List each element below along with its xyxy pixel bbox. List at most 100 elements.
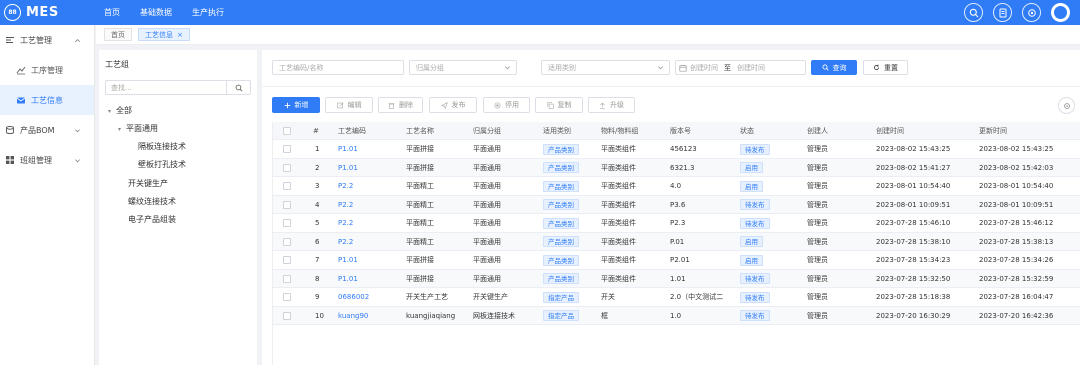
nav-production[interactable]: 生产执行 [192,7,224,18]
cell-code[interactable]: P2.2 [338,177,353,195]
table-row[interactable]: 5 P2.2 平面精工 平面通用 产品类别 平面类组件 P2.3 待发布 管理员 2023-07-… [273,214,1080,233]
sidebar-item-process-info[interactable]: 工艺信息 [0,85,94,115]
column-settings-button[interactable] [1058,97,1075,114]
nav-home[interactable]: 首页 [104,7,120,18]
row-checkbox[interactable] [283,163,291,172]
sidebar-group-team[interactable]: 班组管理 [0,145,94,175]
table-row[interactable]: 10 kuang90 kuangjiaqiang 网板连接技术 指定产品 框 1.0 待发布 管… [273,306,1080,325]
caret-down-icon[interactable]: ▾ [118,126,126,133]
tab-process-info[interactable]: 工艺信息 × [138,28,190,41]
cell-group: 平面通用 [473,145,501,153]
process-icon [4,35,15,46]
row-checkbox[interactable] [283,311,291,320]
tree-node-planar[interactable]: ▾ 平面通用 [118,123,158,134]
row-checkbox[interactable] [283,145,291,153]
row-checkbox[interactable] [283,200,291,209]
col-header[interactable]: 工艺编码 [338,122,366,140]
cell-code[interactable]: P1.01 [338,159,358,177]
cell-name: 平面拼接 [406,145,434,153]
tree-node[interactable]: 螺纹连接技术 [128,196,176,207]
row-checkbox[interactable] [283,293,291,301]
tree-node[interactable]: 隔板连接技术 [138,141,186,152]
row-checkbox[interactable] [283,274,291,283]
cell-name: 平面拼接 [406,163,434,172]
sidebar-group-bom[interactable]: 产品BOM [0,115,94,145]
cell-no: 7 [315,256,320,264]
copy-button[interactable]: 复制 [535,97,583,113]
cell-creator: 管理员 [807,145,828,153]
col-header[interactable]: 创建时间 [876,122,904,140]
sidebar-group-process[interactable]: 工艺管理 [0,25,94,55]
group-select[interactable]: 归属分组 [409,60,517,75]
tree-node[interactable]: 电子产品组装 [128,214,176,225]
tree-search[interactable]: 查找... [105,80,251,95]
cell-updated: 2023-07-28 15:38:13 [979,237,1054,246]
app-logo[interactable]: 88 MES [4,4,59,21]
edit-button[interactable]: 编辑 [325,97,373,113]
cell-code[interactable]: P2.2 [338,214,353,232]
query-button[interactable]: 查询 [811,60,857,75]
table-row[interactable]: 1 P1.01 平面拼接 平面通用 产品类别 平面类组件 456123 待发布 管理员 2023-… [273,140,1080,159]
table-row[interactable]: 8 P1.01 平面拼接 平面通用 产品类别 平面类组件 1.01 待发布 管理员 2023-07… [273,269,1080,288]
tree-node-all[interactable]: ▾ 全部 [108,105,132,116]
col-header[interactable]: 适用类别 [543,122,571,140]
cell-updated: 2023-08-01 10:54:40 [979,182,1054,190]
select-all-checkbox[interactable] [283,127,291,135]
col-header[interactable]: 状态 [740,122,754,140]
date-range-picker[interactable]: 创建时间 至 创建时间 [675,60,806,75]
reset-button[interactable]: 重置 [863,60,908,75]
table-row[interactable]: 7 P1.01 平面拼接 平面通用 产品类别 平面类组件 P2.01 启用 管理员 2023-07… [273,251,1080,270]
table-row[interactable]: 3 P2.2 平面精工 平面通用 产品类别 平面类组件 4.0 启用 管理员 2023-08-01… [273,177,1080,196]
cell-code[interactable]: kuang90 [338,307,368,325]
row-checkbox[interactable] [283,182,291,190]
col-header[interactable]: 版本号 [670,122,691,140]
col-header[interactable]: 物料/物料组 [601,122,638,140]
search-icon[interactable] [964,3,983,22]
row-checkbox[interactable] [283,256,291,264]
col-header[interactable]: 归属分组 [473,122,501,140]
cell-code[interactable]: P2.2 [338,233,353,251]
search-icon[interactable] [226,81,250,94]
nav-basic-data[interactable]: 基础数据 [140,7,172,18]
cell-code[interactable]: P2.2 [338,196,353,214]
tab-strip: 首页 工艺信息 × [96,25,1080,45]
cell-code[interactable]: P1.01 [338,251,358,269]
tree-node[interactable]: 开关键生产 [128,178,168,189]
delete-button[interactable]: 删除 [378,97,423,113]
cell-code[interactable]: P1.01 [338,270,358,288]
close-icon[interactable]: × [177,31,183,39]
date-end[interactable]: 创建时间 [737,63,765,73]
user-avatar[interactable] [1051,3,1070,22]
col-header[interactable]: 更新时间 [979,122,1007,140]
tab-home[interactable]: 首页 [104,28,132,41]
category-select[interactable]: 适用类别 [541,60,670,75]
row-checkbox[interactable] [283,237,291,246]
upgrade-button[interactable]: 升级 [588,97,635,113]
table-row[interactable]: 6 P2.2 平面精工 平面通用 产品类别 平面类组件 P.01 启用 管理员 2023-07-2… [273,232,1080,251]
document-icon[interactable] [993,3,1012,22]
table-row[interactable]: 2 P1.01 平面拼接 平面通用 产品类别 平面类组件 6321.3 启用 管理员 2023-0… [273,158,1080,177]
table-row[interactable]: 4 P2.2 平面精工 平面通用 产品类别 平面类组件 P3.6 待发布 管理员 2023-08-… [273,195,1080,214]
col-header[interactable]: 工艺名称 [406,122,434,140]
table-row[interactable]: 9 0686002 开关生产工艺 开关键生产 指定产品 开关 2.0（中文测试二 待发布 管理员… [273,288,1080,307]
col-header[interactable]: 创建人 [807,122,828,140]
tree-node[interactable]: 壁板打孔技术 [138,159,186,170]
process-table: # 工艺编码 工艺名称 归属分组 适用类别 物料/物料组 版本号 状态 创建人 … [272,122,1080,365]
cell-material: 平面类组件 [601,145,636,153]
cell-code[interactable]: P1.01 [338,140,358,158]
cell-created: 2023-07-28 15:18:38 [876,293,951,301]
publish-button[interactable]: 发布 [429,97,477,113]
date-start[interactable]: 创建时间 [690,63,718,73]
sidebar-item-operation[interactable]: 工序管理 [0,55,94,85]
select-placeholder: 适用类别 [548,63,576,72]
code-name-input[interactable]: 工艺编码/名称 [272,60,404,75]
publish-label: 发布 [451,101,466,109]
cell-category: 产品类别 [543,196,579,214]
caret-down-icon[interactable]: ▾ [108,108,116,115]
settings-icon[interactable] [1022,3,1041,22]
cell-code[interactable]: 0686002 [338,288,369,306]
row-checkbox[interactable] [283,219,291,227]
disable-button[interactable]: 停用 [483,97,530,113]
tree-search-input[interactable]: 查找... [106,83,226,93]
add-button[interactable]: 新增 [272,97,320,113]
